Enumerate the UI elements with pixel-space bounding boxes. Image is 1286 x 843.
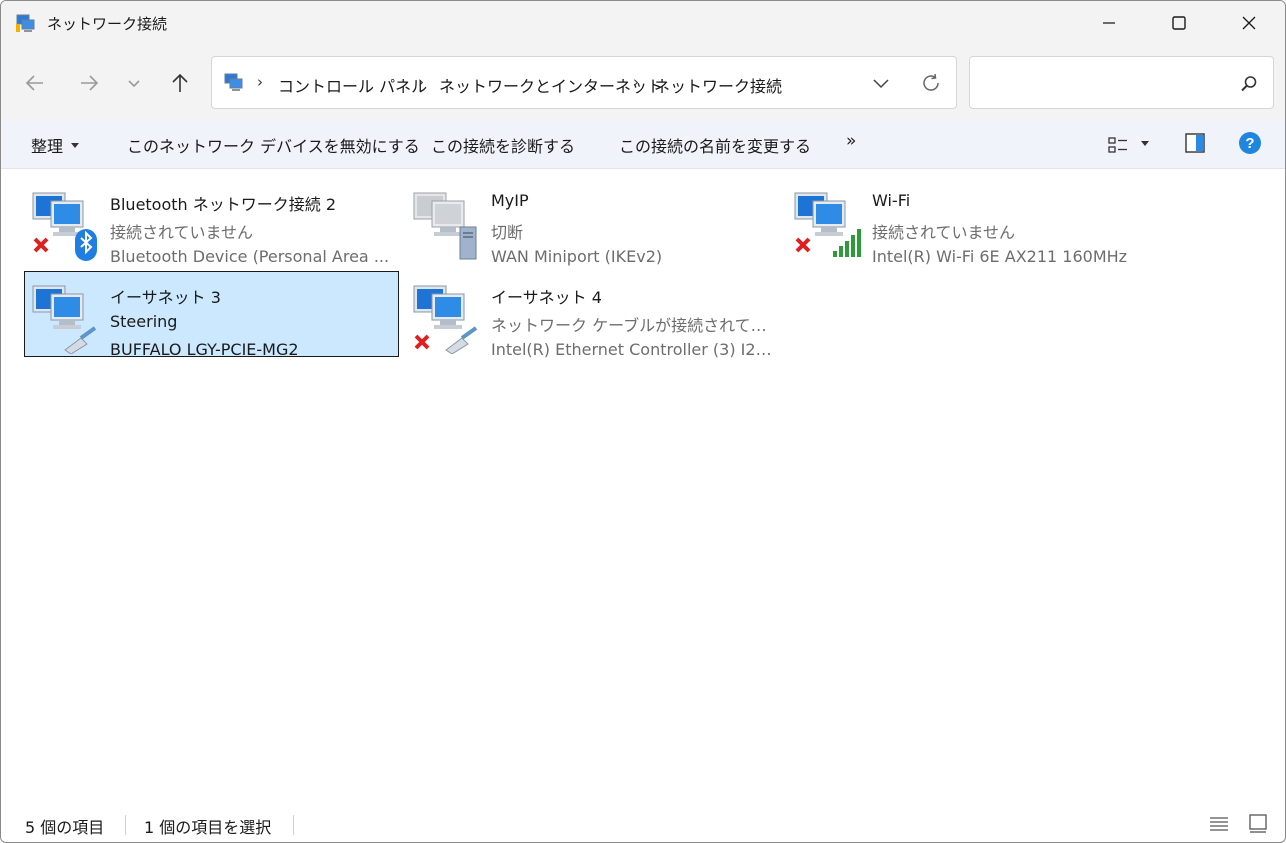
navigation-bar: › コントロール パネル › ネットワークとインターネット › ネットワーク接続 (1, 45, 1285, 119)
details-view-icon[interactable] (1208, 813, 1230, 835)
back-button[interactable] (17, 65, 53, 101)
title-bar: ネットワーク接続 (1, 1, 1285, 45)
connection-item-ethernet-4[interactable]: イーサネット 4 ネットワーク ケーブルが接続されていま... Intel(R)… (405, 271, 780, 359)
network-connections-icon (16, 14, 35, 32)
connection-item-ethernet-3[interactable]: イーサネット 3 Steering BUFFALO LGY-PCIE-MG2 (24, 271, 399, 359)
search-box[interactable] (969, 56, 1274, 109)
connection-status: 接続されていません (872, 223, 1016, 242)
preview-pane-icon[interactable] (1184, 132, 1206, 154)
forward-button[interactable] (71, 65, 107, 101)
wifi-adapter-icon (794, 192, 861, 257)
status-divider (125, 815, 126, 835)
connection-device: Bluetooth Device (Personal Area ... (110, 247, 390, 266)
connection-name: イーサネット 4 (491, 288, 602, 307)
network-adapter-icon (32, 192, 97, 261)
address-bar[interactable]: › コントロール パネル › ネットワークとインターネット › ネットワーク接続 (211, 56, 957, 109)
status-bar: 5 個の項目 1 個の項目を選択 (1, 807, 1285, 842)
breadcrumb-separator[interactable]: › (633, 73, 639, 91)
close-button[interactable] (1214, 1, 1284, 45)
connection-device: BUFFALO LGY-PCIE-MG2 (110, 340, 299, 359)
up-button[interactable] (162, 65, 198, 101)
chevron-down-icon (873, 79, 889, 89)
connection-status: 切断 (491, 223, 524, 242)
connection-device: Intel(R) Wi-Fi 6E AX211 160MHz (872, 247, 1128, 266)
selected-count: 1 個の項目を選択 (144, 818, 272, 837)
connection-status: 接続されていません (110, 223, 254, 242)
svg-text:?: ? (1245, 135, 1254, 152)
connection-device: WAN Miniport (IKEv2) (491, 247, 663, 266)
command-bar: 整理 このネットワーク デバイスを無効にする この接続を診断する この接続の名前… (1, 119, 1285, 169)
vpn-adapter-icon (413, 192, 477, 260)
tiles-view-icon[interactable] (1247, 812, 1269, 834)
minimize-button[interactable] (1074, 1, 1144, 45)
address-dropdown-button[interactable] (867, 71, 895, 95)
ethernet-adapter-icon (32, 285, 97, 354)
arrow-up-icon (172, 73, 188, 92)
recent-locations-button[interactable] (116, 65, 152, 101)
network-connections-window: ネットワーク接続 › コントロール パネル › ネットワークとインターネット ›… (0, 0, 1286, 843)
view-options-icon (1108, 137, 1127, 153)
search-icon (1241, 76, 1257, 92)
caret-down-icon (1141, 140, 1149, 146)
diagnose-button[interactable]: この接続を診断する (431, 133, 575, 157)
breadcrumb-separator[interactable]: › (418, 73, 424, 91)
connection-item-wifi[interactable]: Wi-Fi 接続されていません Intel(R) Wi-Fi 6E AX211 … (786, 178, 1161, 266)
arrow-left-icon (25, 75, 43, 91)
window-title: ネットワーク接続 (47, 15, 168, 33)
breadcrumb-control-panel[interactable]: コントロール パネル (278, 73, 427, 97)
connection-name: Wi-Fi (872, 191, 911, 210)
minimize-icon (1103, 22, 1115, 24)
connection-name: MyIP (491, 191, 529, 210)
item-count: 5 個の項目 (25, 818, 105, 837)
rename-button[interactable]: この接続の名前を変更する (619, 133, 811, 157)
organize-label: 整理 (31, 137, 64, 156)
breadcrumb-separator[interactable]: › (257, 73, 263, 91)
caret-down-icon (71, 143, 80, 148)
change-view-button[interactable] (1107, 133, 1157, 157)
more-commands-button[interactable]: » (846, 131, 856, 151)
connection-item-myip[interactable]: MyIP 切断 WAN Miniport (IKEv2) (405, 178, 780, 266)
connections-list: Bluetooth ネットワーク接続 2 接続されていません Bluetooth… (1, 169, 1285, 799)
connection-status: Steering (110, 312, 178, 331)
chevron-down-icon (128, 80, 140, 88)
organize-menu[interactable]: 整理 (31, 133, 80, 157)
maximize-button[interactable] (1144, 1, 1214, 45)
help-icon[interactable]: ? (1238, 131, 1262, 155)
ethernet-adapter-icon (413, 285, 478, 354)
breadcrumb-network-internet[interactable]: ネットワークとインターネット (439, 73, 663, 97)
disable-device-button[interactable]: このネットワーク デバイスを無効にする (127, 133, 420, 157)
refresh-icon (923, 73, 939, 91)
connection-name: Bluetooth ネットワーク接続 2 (110, 195, 337, 214)
close-icon (1242, 16, 1256, 30)
network-connections-icon (224, 73, 243, 91)
arrow-right-icon (81, 75, 99, 91)
connection-device: Intel(R) Ethernet Controller (3) I22... (491, 340, 776, 359)
connection-item-bluetooth[interactable]: Bluetooth ネットワーク接続 2 接続されていません Bluetooth… (24, 178, 399, 266)
connection-status: ネットワーク ケーブルが接続されていま... (491, 316, 776, 335)
refresh-button[interactable] (917, 69, 945, 97)
status-divider (293, 815, 294, 835)
breadcrumb-network-connections[interactable]: ネットワーク接続 (654, 73, 782, 97)
connection-name: イーサネット 3 (110, 288, 221, 307)
maximize-icon (1172, 16, 1186, 30)
